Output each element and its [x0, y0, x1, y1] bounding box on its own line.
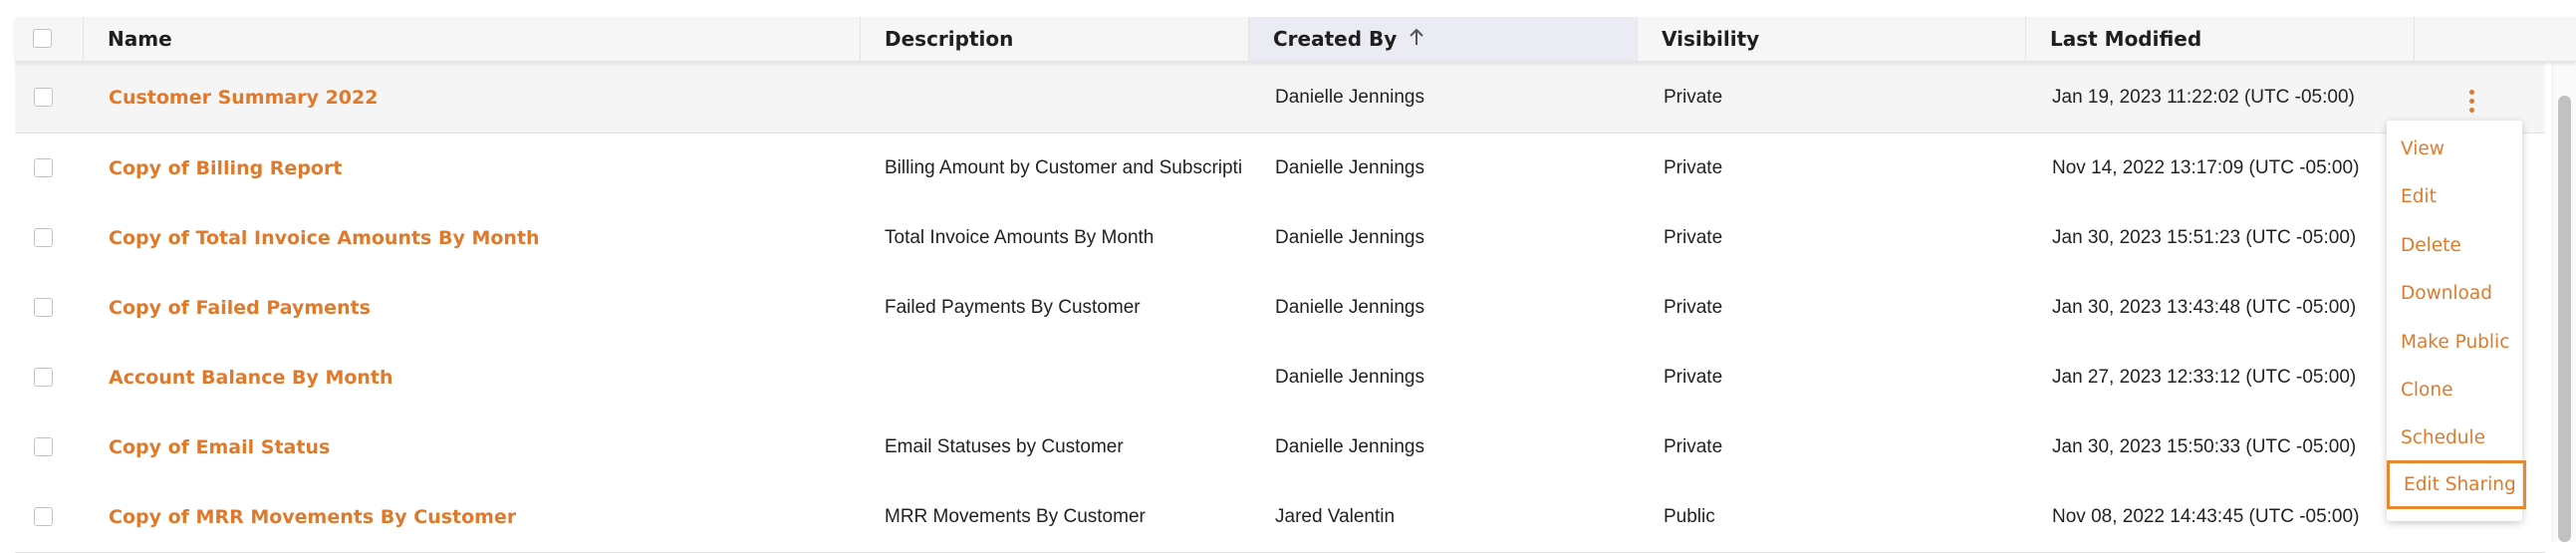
report-description: Total Invoice Amounts By Month [885, 227, 1155, 248]
row-checkbox[interactable] [34, 437, 53, 456]
report-name-link[interactable]: Copy of Failed Payments [109, 273, 371, 343]
column-header-actions [2414, 17, 2576, 61]
menu-item-download[interactable]: Download [2401, 275, 2492, 311]
more-actions-icon[interactable] [2459, 88, 2483, 116]
menu-item-schedule[interactable]: Schedule [2401, 419, 2485, 455]
report-description: Email Statuses by Customer [885, 436, 1124, 457]
select-all-checkbox[interactable] [33, 29, 52, 48]
table-header: Name Description Created By Visibility L… [15, 17, 2576, 62]
report-created-by: Danielle Jennings [1275, 367, 1424, 388]
report-visibility: Private [1664, 297, 1723, 318]
table-row[interactable]: Copy of Total Invoice Amounts By Month T… [15, 203, 2545, 274]
menu-item-delete[interactable]: Delete [2401, 227, 2461, 263]
column-header-name-label: Name [108, 27, 172, 51]
menu-item-edit[interactable]: Edit [2401, 178, 2437, 214]
row-checkbox[interactable] [34, 368, 53, 387]
report-created-by: Danielle Jennings [1275, 436, 1424, 457]
menu-item-make-public[interactable]: Make Public [2401, 324, 2509, 360]
report-last-modified: Nov 14, 2022 13:17:09 (UTC -05:00) [2052, 157, 2360, 178]
column-header-created-by[interactable]: Created By [1248, 17, 1637, 61]
report-visibility: Private [1664, 87, 1723, 108]
table-row[interactable]: Copy of Billing Report Billing Amount by… [15, 134, 2545, 204]
report-visibility: Private [1664, 227, 1723, 248]
column-header-last-modified[interactable]: Last Modified [2025, 17, 2414, 61]
column-header-description-label: Description [885, 27, 1014, 51]
report-last-modified: Jan 19, 2023 11:22:02 (UTC -05:00) [2052, 87, 2355, 108]
report-name-link[interactable]: Copy of Email Status [109, 413, 330, 482]
report-created-by: Danielle Jennings [1275, 87, 1424, 108]
row-checkbox[interactable] [34, 298, 53, 317]
report-created-by: Danielle Jennings [1275, 297, 1424, 318]
row-checkbox[interactable] [34, 228, 53, 247]
row-checkbox[interactable] [34, 507, 53, 526]
report-name-link[interactable]: Copy of Billing Report [109, 134, 342, 203]
table-row[interactable]: Customer Summary 2022 Danielle Jennings … [15, 63, 2545, 134]
report-created-by: Danielle Jennings [1275, 227, 1424, 248]
table-row[interactable]: Copy of Failed Payments Failed Payments … [15, 273, 2545, 344]
report-last-modified: Jan 30, 2023 15:50:33 (UTC -05:00) [2052, 436, 2357, 457]
report-created-by: Danielle Jennings [1275, 157, 1424, 178]
scrollbar-thumb[interactable] [2558, 96, 2571, 542]
row-checkbox[interactable] [34, 88, 53, 107]
row-actions-menu: View Edit Delete Download Make Public Cl… [2387, 121, 2526, 521]
column-header-last-modified-label: Last Modified [2050, 27, 2202, 51]
report-visibility: Private [1664, 157, 1723, 178]
report-last-modified: Jan 27, 2023 12:33:12 (UTC -05:00) [2052, 367, 2357, 388]
report-name-link[interactable]: Copy of Total Invoice Amounts By Month [109, 203, 540, 273]
column-header-visibility[interactable]: Visibility [1637, 17, 2025, 61]
column-header-created-by-label: Created By [1273, 27, 1398, 51]
table-row[interactable]: Account Balance By Month Danielle Jennin… [15, 343, 2545, 414]
report-last-modified: Jan 30, 2023 13:43:48 (UTC -05:00) [2052, 297, 2357, 318]
report-last-modified: Jan 30, 2023 15:51:23 (UTC -05:00) [2052, 227, 2357, 248]
column-header-description[interactable]: Description [860, 17, 1248, 61]
report-description [885, 343, 1243, 413]
column-header-visibility-label: Visibility [1662, 27, 1760, 51]
table-row[interactable]: Copy of MRR Movements By Customer MRR Mo… [15, 482, 2545, 553]
report-visibility: Private [1664, 367, 1723, 388]
column-header-name[interactable]: Name [83, 17, 878, 61]
report-description [885, 63, 1243, 133]
report-name-link[interactable]: Customer Summary 2022 [109, 63, 378, 133]
report-description: Failed Payments By Customer [885, 297, 1141, 318]
menu-item-view[interactable]: View [2401, 131, 2445, 166]
row-checkbox[interactable] [34, 158, 53, 177]
report-name-link[interactable]: Account Balance By Month [109, 343, 393, 413]
report-visibility: Private [1664, 436, 1723, 457]
table-row[interactable]: Copy of Email Status Email Statuses by C… [15, 413, 2545, 483]
menu-item-clone[interactable]: Clone [2401, 372, 2452, 408]
report-description: Billing Amount by Customer and Subscript… [885, 157, 1243, 178]
arrow-up-icon [1409, 27, 1424, 51]
menu-item-edit-sharing[interactable]: Edit Sharing [2387, 460, 2526, 509]
